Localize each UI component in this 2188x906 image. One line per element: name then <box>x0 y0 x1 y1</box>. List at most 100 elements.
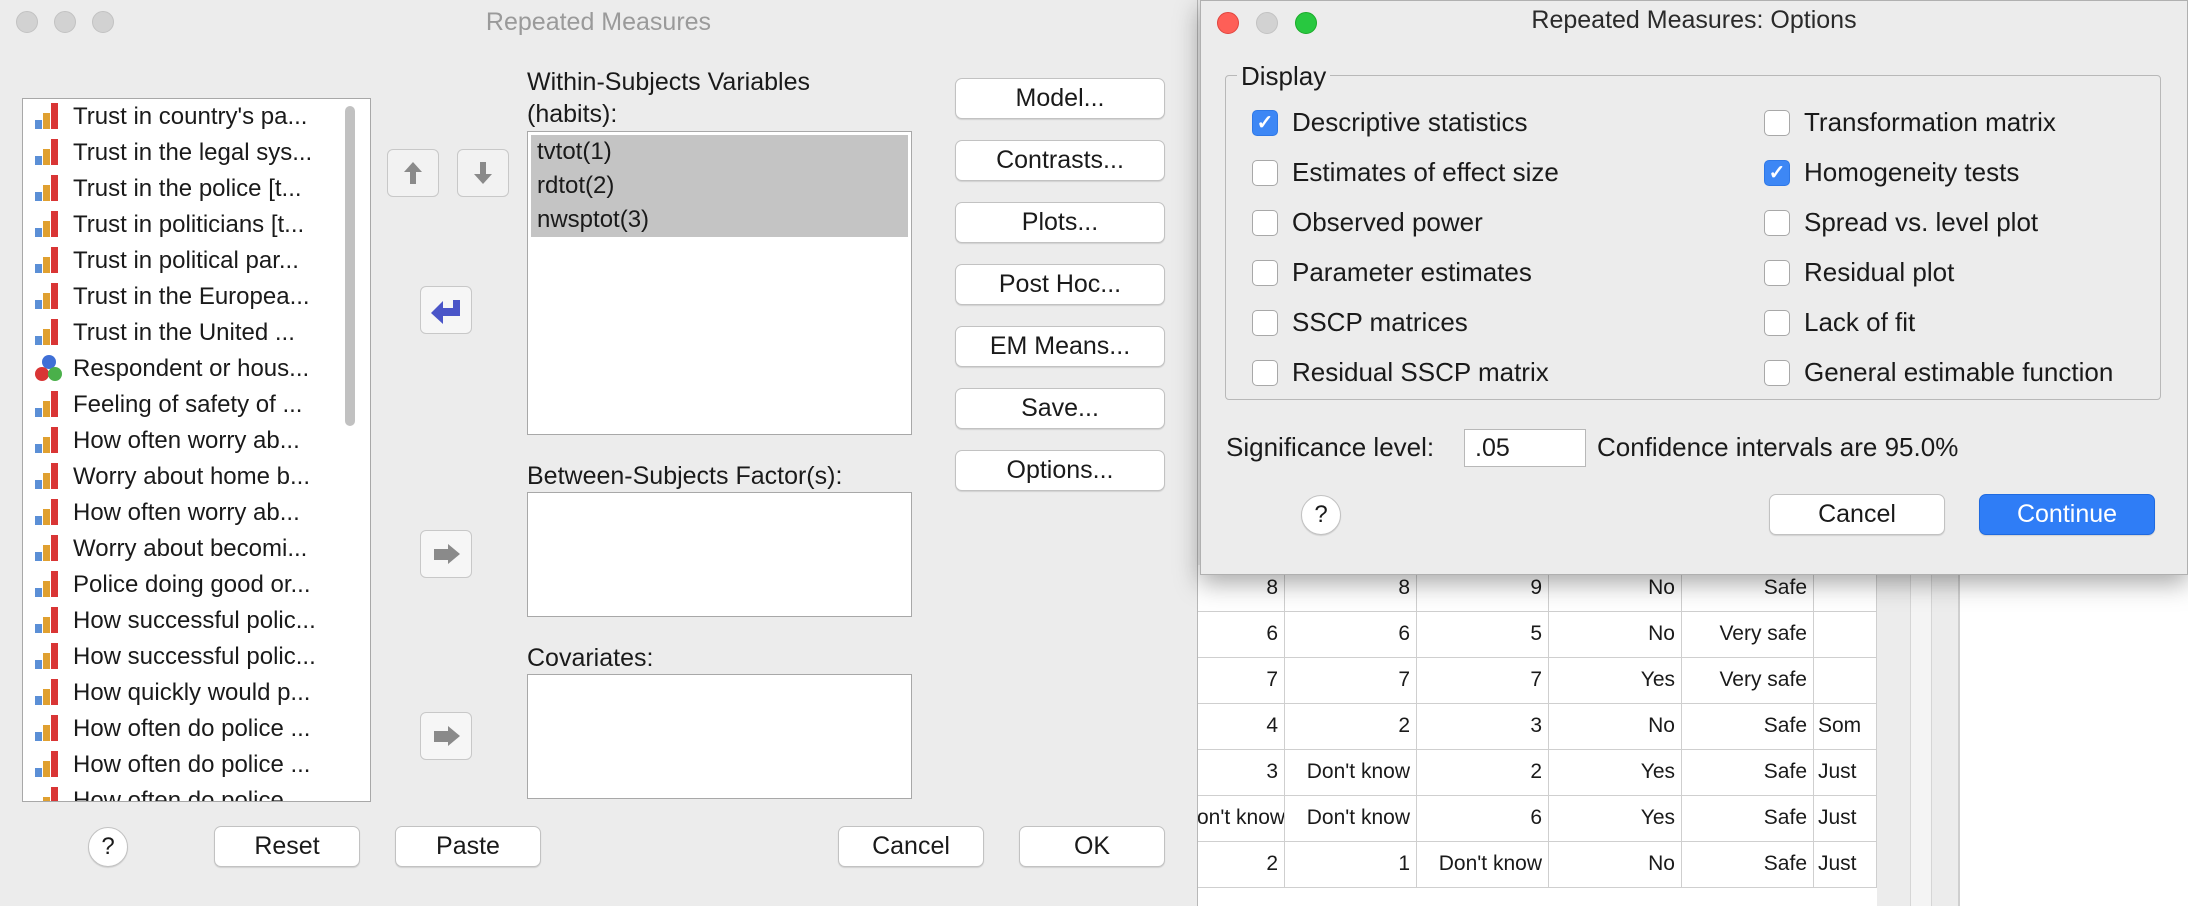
move-to-covariates-button[interactable] <box>420 712 472 760</box>
within-subjects-list[interactable]: tvtot(1) rdtot(2) nwsptot(3) <box>527 131 912 435</box>
variable-list-item[interactable]: Trust in the police [t... <box>23 171 370 207</box>
checkbox-checked[interactable]: ✓ <box>1764 159 1790 186</box>
grid-cell[interactable]: Yes <box>1549 749 1682 795</box>
variable-list-scrollbar[interactable] <box>345 106 355 426</box>
option-homogeneity-tests[interactable]: ✓ Homogeneity tests <box>1764 157 2019 188</box>
within-subjects-item[interactable]: rdtot(2) <box>531 169 908 203</box>
continue-button[interactable]: Continue <box>1979 494 2155 535</box>
variable-list-item[interactable]: How often do police ... <box>23 711 370 747</box>
options-help-button[interactable]: ? <box>1301 495 1341 535</box>
option-sscp-matrices[interactable]: SSCP matrices <box>1252 307 1468 338</box>
variable-list-item[interactable]: How often worry ab... <box>23 423 370 459</box>
variable-list-item[interactable]: How often do police ... <box>23 747 370 783</box>
grid-cell[interactable]: Safe <box>1682 795 1814 841</box>
within-subjects-item[interactable]: nwsptot(3) <box>531 203 908 237</box>
grid-cell[interactable]: 6 <box>1417 795 1549 841</box>
grid-cell[interactable]: Yes <box>1549 657 1682 703</box>
options-button[interactable]: Options... <box>955 450 1165 491</box>
variable-list-item[interactable]: Worry about becomi... <box>23 531 370 567</box>
checkbox-checked[interactable]: ✓ <box>1252 109 1278 136</box>
checkbox-unchecked[interactable] <box>1764 259 1790 286</box>
grid-cell[interactable]: Don't know <box>1285 795 1417 841</box>
covariates-list[interactable] <box>527 674 912 799</box>
em-means-button[interactable]: EM Means... <box>955 326 1165 367</box>
source-variable-list[interactable]: Trust in country's pa... Trust in the leg… <box>22 98 371 802</box>
move-to-within-button[interactable] <box>420 286 472 334</box>
option-observed-power[interactable]: Observed power <box>1252 207 1483 238</box>
data-grid-scrollbar[interactable] <box>1910 565 1932 906</box>
option-residual-sscp-matrix[interactable]: Residual SSCP matrix <box>1252 357 1549 388</box>
paste-button[interactable]: Paste <box>395 826 541 867</box>
grid-cell[interactable]: Just <box>1814 841 1877 887</box>
checkbox-unchecked[interactable] <box>1764 109 1790 136</box>
variable-list-item[interactable]: Trust in the legal sys... <box>23 135 370 171</box>
option-general-estimable-function[interactable]: General estimable function <box>1764 357 2113 388</box>
grid-cell[interactable]: Very safe <box>1682 657 1814 703</box>
checkbox-unchecked[interactable] <box>1764 209 1790 236</box>
grid-cell[interactable]: 3 <box>1417 703 1549 749</box>
checkbox-unchecked[interactable] <box>1252 159 1278 186</box>
grid-cell[interactable]: Don't know <box>1417 841 1549 887</box>
variable-list-item[interactable]: Trust in the United ... <box>23 315 370 351</box>
grid-cell[interactable]: Safe <box>1682 841 1814 887</box>
significance-level-input[interactable]: .05 <box>1464 429 1586 467</box>
options-cancel-button[interactable]: Cancel <box>1769 494 1945 535</box>
grid-cell[interactable]: on't know <box>1197 795 1285 841</box>
help-button[interactable]: ? <box>88 827 128 867</box>
option-residual-plot[interactable]: Residual plot <box>1764 257 1954 288</box>
grid-cell[interactable]: Just <box>1814 749 1877 795</box>
contrasts-button[interactable]: Contrasts... <box>955 140 1165 181</box>
option-estimates-of-effect-size[interactable]: Estimates of effect size <box>1252 157 1559 188</box>
grid-cell[interactable]: 3 <box>1197 749 1285 795</box>
option-transformation-matrix[interactable]: Transformation matrix <box>1764 107 2056 138</box>
reset-button[interactable]: Reset <box>214 826 360 867</box>
option-descriptive-statistics[interactable]: ✓ Descriptive statistics <box>1252 107 1528 138</box>
option-lack-of-fit[interactable]: Lack of fit <box>1764 307 1915 338</box>
grid-cell[interactable]: Don't know <box>1285 749 1417 795</box>
grid-cell[interactable]: 5 <box>1417 611 1549 657</box>
grid-cell[interactable] <box>1814 657 1877 703</box>
grid-cell[interactable]: 4 <box>1197 703 1285 749</box>
grid-cell[interactable]: No <box>1549 611 1682 657</box>
variable-list-item[interactable]: Trust in political par... <box>23 243 370 279</box>
variable-list-item[interactable]: How often do police ... <box>23 783 370 801</box>
checkbox-unchecked[interactable] <box>1252 309 1278 336</box>
variable-list-item[interactable]: How successful polic... <box>23 603 370 639</box>
plots-button[interactable]: Plots... <box>955 202 1165 243</box>
grid-cell[interactable]: 7 <box>1285 657 1417 703</box>
variable-list-item[interactable]: Worry about home b... <box>23 459 370 495</box>
post-hoc-button[interactable]: Post Hoc... <box>955 264 1165 305</box>
variable-list-item[interactable]: Respondent or hous... <box>23 351 370 387</box>
grid-cell[interactable]: Yes <box>1549 795 1682 841</box>
grid-cell[interactable]: Som <box>1814 703 1877 749</box>
move-to-between-button[interactable] <box>420 530 472 578</box>
move-down-button[interactable] <box>457 149 509 197</box>
grid-cell[interactable]: 1 <box>1285 841 1417 887</box>
within-subjects-item[interactable]: tvtot(1) <box>531 135 908 169</box>
save-button[interactable]: Save... <box>955 388 1165 429</box>
grid-cell[interactable]: Safe <box>1682 703 1814 749</box>
grid-cell[interactable]: 2 <box>1197 841 1285 887</box>
grid-cell[interactable]: Just <box>1814 795 1877 841</box>
grid-cell[interactable]: 2 <box>1417 749 1549 795</box>
variable-list-item[interactable]: Police doing good or... <box>23 567 370 603</box>
model-button[interactable]: Model... <box>955 78 1165 119</box>
grid-cell[interactable]: Safe <box>1682 749 1814 795</box>
move-up-button[interactable] <box>387 149 439 197</box>
option-spread-vs-level-plot[interactable]: Spread vs. level plot <box>1764 207 2038 238</box>
checkbox-unchecked[interactable] <box>1252 209 1278 236</box>
checkbox-unchecked[interactable] <box>1764 359 1790 386</box>
grid-cell[interactable]: 7 <box>1197 657 1285 703</box>
grid-cell[interactable]: No <box>1549 841 1682 887</box>
between-subjects-list[interactable] <box>527 492 912 617</box>
grid-cell[interactable]: Very safe <box>1682 611 1814 657</box>
variable-list-item[interactable]: Trust in country's pa... <box>23 99 370 135</box>
grid-cell[interactable]: 2 <box>1285 703 1417 749</box>
variable-list-item[interactable]: Trust in politicians [t... <box>23 207 370 243</box>
variable-list-item[interactable]: How often worry ab... <box>23 495 370 531</box>
cancel-button[interactable]: Cancel <box>838 826 984 867</box>
variable-list-item[interactable]: How quickly would p... <box>23 675 370 711</box>
variable-list-item[interactable]: Trust in the Europea... <box>23 279 370 315</box>
grid-cell[interactable]: 6 <box>1197 611 1285 657</box>
checkbox-unchecked[interactable] <box>1252 359 1278 386</box>
